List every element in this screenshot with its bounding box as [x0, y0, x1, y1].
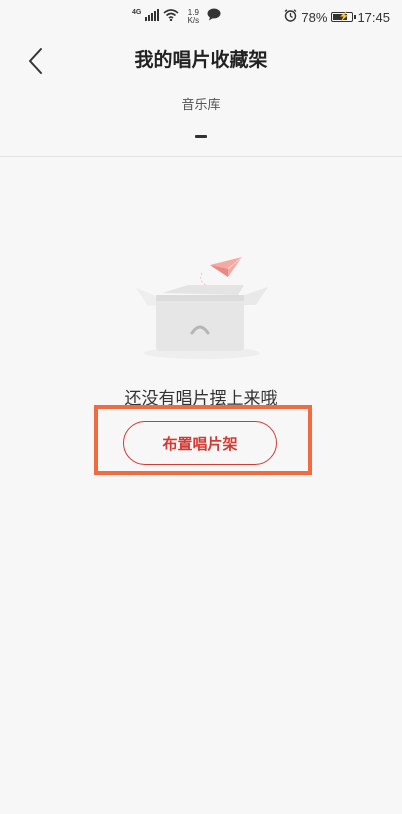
battery-icon: ⚡ — [331, 11, 357, 22]
page-title: 我的唱片收藏架 — [134, 49, 268, 71]
signal-icon — [145, 8, 160, 26]
network-speed-unit: K/s — [187, 16, 200, 25]
active-tab-indicator — [195, 135, 207, 138]
tab-music-library[interactable]: 音乐库 — [0, 94, 402, 113]
network-speed: 1.9 K/s — [183, 9, 203, 25]
chat-bubble-icon — [207, 8, 221, 26]
wifi-icon — [163, 8, 179, 26]
empty-box-illustration — [132, 255, 272, 365]
status-left-group: 4G 1.9 K/s — [132, 7, 221, 27]
arrange-shelf-button[interactable]: 布置唱片架 — [123, 421, 277, 465]
alarm-icon — [284, 9, 297, 25]
battery-percent: 78% — [301, 9, 328, 25]
clock-time: 17:45 — [357, 9, 390, 25]
tab-bar: 音乐库 — [0, 88, 402, 157]
status-bar: 4G 1.9 K/s 78% ⚡ 17:45 — [0, 0, 402, 34]
network-type-label: 4G — [132, 8, 142, 16]
charging-bolt-icon: ⚡ — [338, 11, 350, 21]
paper-plane-icon — [200, 256, 243, 286]
status-right-group: 78% ⚡ 17:45 — [284, 7, 390, 27]
navigation-bar: 我的唱片收藏架 — [0, 34, 402, 88]
